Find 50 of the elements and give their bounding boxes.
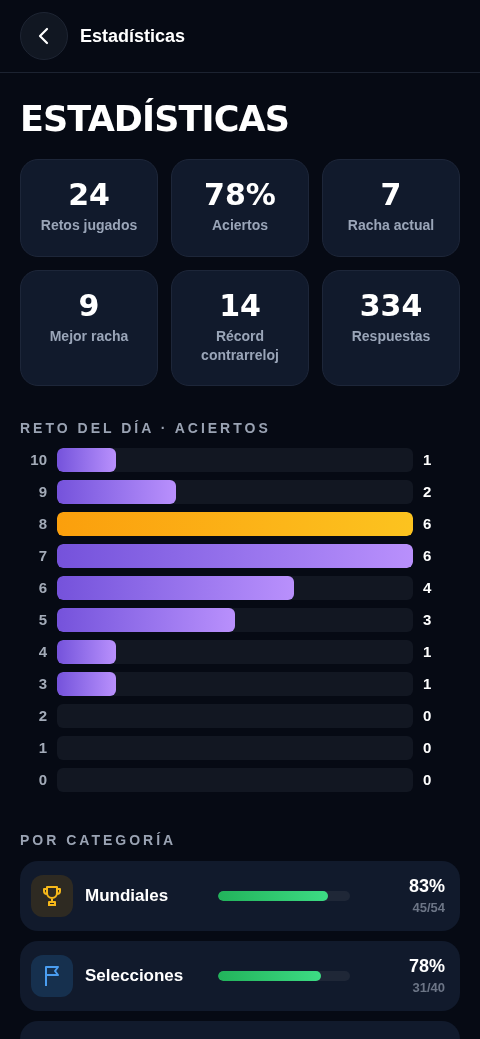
header-title: Estadísticas [80,24,186,48]
count-value: 6 [423,545,432,566]
category-percent: 78% [408,955,445,978]
count-value: 6 [423,513,432,534]
category-name: Mundiales [85,885,170,908]
score-label: 7 [37,545,47,566]
count-value: 3 [423,609,432,630]
stat-label: Retos jugados [39,216,139,235]
score-label: 5 [37,609,47,630]
score-label: 8 [37,513,47,534]
trophy-icon [42,885,62,907]
count-value: 0 [423,705,432,726]
stat-value: 78% [204,176,276,214]
stat-label: Récord contrarreloj [200,327,280,365]
count-value: 2 [423,481,432,502]
back-icon [37,27,51,45]
stat-value: 7 [380,176,402,214]
score-label: 4 [37,641,47,662]
count-value: 0 [423,737,432,758]
stat-label: Aciertos [211,216,269,235]
category-card[interactable]: Mundiales 83% 45/54 [20,861,460,931]
stat-value: 24 [68,176,110,214]
stat-value: 334 [359,287,423,325]
stat-value: 9 [78,287,100,325]
count-value: 1 [423,449,432,470]
category-score: 45/54 [412,899,445,917]
page-title: ESTADÍSTICAS [20,97,291,141]
score-label: 2 [37,705,47,726]
score-label: 9 [37,481,47,502]
count-value: 4 [423,577,432,598]
category-card[interactable]: Selecciones 78% 31/40 [20,941,460,1011]
stat-label: Mejor racha [48,327,130,346]
score-label: 1 [37,737,47,758]
count-value: 1 [423,641,432,662]
score-label: 10 [29,449,47,470]
count-value: 1 [423,673,432,694]
score-label: 0 [37,769,47,790]
section-heading: POR CATEGORÍA [20,831,178,850]
back-button[interactable] [20,12,68,60]
category-name: Selecciones [85,965,185,988]
section-heading: RETO DEL DÍA · ACIERTOS [20,419,272,438]
stat-label: Respuestas [350,327,432,346]
score-label: 3 [37,673,47,694]
score-label: 6 [37,577,47,598]
stat-value: 14 [219,287,261,325]
category-percent: 83% [408,875,445,898]
flag-icon [43,965,61,987]
stat-label: Racha actual [346,216,436,235]
count-value: 0 [423,769,432,790]
category-score: 31/40 [412,979,445,997]
